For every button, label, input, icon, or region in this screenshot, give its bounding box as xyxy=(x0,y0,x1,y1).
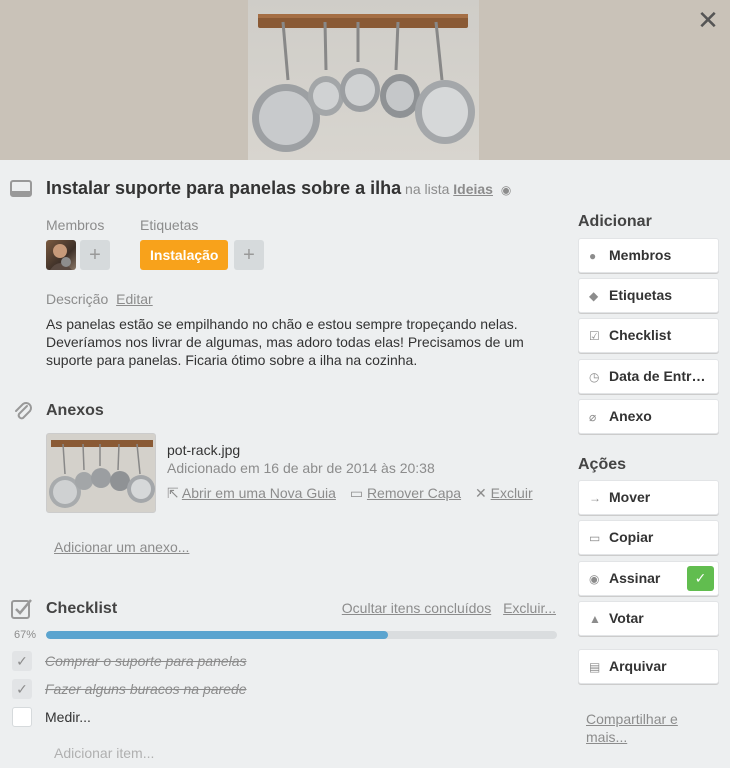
card-icon: ▭ xyxy=(589,531,601,545)
watch-eye-icon: ◉ xyxy=(500,183,512,197)
attachment-date: Adicionado em 16 de abr de 2014 às 20:38 xyxy=(167,460,435,476)
in-list-prefix: na lista xyxy=(405,181,450,197)
add-heading: Adicionar xyxy=(578,213,652,230)
attachment-filename: pot-rack.jpg xyxy=(167,442,241,458)
labels-button[interactable]: ◆ Etiquetas xyxy=(578,278,719,313)
add-checklist-item[interactable]: Adicionar item... xyxy=(54,745,154,761)
cover-image xyxy=(248,0,479,160)
in-list-text: na lista Ideias xyxy=(405,181,497,197)
checklist-item-text[interactable]: Comprar o suporte para panelas xyxy=(45,653,247,669)
list-link[interactable]: Ideias xyxy=(453,181,493,197)
subscribe-button-label: Assinar xyxy=(609,570,661,586)
checkbox-checked[interactable]: ✓ xyxy=(12,651,32,671)
copy-button[interactable]: ▭ Copiar xyxy=(578,520,719,555)
checklist-item[interactable]: ✓ Fazer alguns buracos na parede xyxy=(12,679,552,701)
attachment-thumbnail[interactable] xyxy=(46,433,156,513)
attachments-heading: Anexos xyxy=(46,402,104,419)
vote-button-label: Votar xyxy=(609,610,644,626)
description-heading-label: Descrição xyxy=(46,291,109,307)
card-title-row: Instalar suporte para panelas sobre a il… xyxy=(46,178,560,199)
checklist-button-label: Checklist xyxy=(609,327,672,343)
card-icon xyxy=(10,180,32,197)
checklist-item-text[interactable]: Medir... xyxy=(45,709,91,725)
avatar-image xyxy=(50,244,72,270)
checkbox-checked[interactable]: ✓ xyxy=(12,679,32,699)
add-member-button[interactable]: + xyxy=(80,240,110,270)
description-text[interactable]: As panelas estão se empilhando no chão e… xyxy=(46,315,546,369)
paperclip-icon: ⌀ xyxy=(589,410,597,424)
card-title[interactable]: Instalar suporte para panelas sobre a il… xyxy=(46,178,401,198)
vote-button[interactable]: ▲ Votar xyxy=(578,601,719,636)
pot-rack-illustration xyxy=(252,14,475,152)
edit-description-link[interactable]: Editar xyxy=(116,291,153,307)
add-label-button[interactable]: + xyxy=(234,240,264,270)
label-instalacao[interactable]: Instalação xyxy=(140,240,229,270)
delete-checklist-link[interactable]: Excluir... xyxy=(503,600,556,616)
eye-icon: ◉ xyxy=(589,572,600,586)
clock-icon: ◷ xyxy=(589,370,600,384)
archive-icon: ▤ xyxy=(589,660,601,674)
checkbox-unchecked[interactable] xyxy=(12,707,32,727)
checklist-progress-fill xyxy=(46,631,389,639)
attachment-button[interactable]: ⌀ Anexo xyxy=(578,399,719,434)
open-new-tab-link[interactable]: Abrir em uma Nova Guia xyxy=(182,485,336,501)
members-heading: Membros xyxy=(46,217,105,233)
subscribed-check-icon: ✓ xyxy=(687,566,714,591)
checklist-item[interactable]: Medir... xyxy=(12,707,552,729)
attachment-button-label: Anexo xyxy=(609,408,652,424)
due-date-button[interactable]: ◷ Data de Entr… xyxy=(578,359,719,394)
members-button[interactable]: ● Membros xyxy=(578,238,719,273)
due-date-button-label: Data de Entr… xyxy=(609,368,706,384)
add-attachment-link[interactable]: Adicionar um anexo... xyxy=(54,539,189,555)
delete-x-icon: ✕ xyxy=(474,485,487,501)
hide-completed-link[interactable]: Ocultar itens concluídos xyxy=(342,600,491,616)
move-button-label: Mover xyxy=(609,489,651,505)
archive-button[interactable]: ▤ Arquivar xyxy=(578,649,719,684)
move-button[interactable]: → Mover xyxy=(578,480,719,515)
checkbox-icon: ☑ xyxy=(589,329,600,343)
checklist-percent: 67% xyxy=(14,629,37,641)
delete-attachment-link[interactable]: Excluir xyxy=(491,485,533,501)
actions-heading: Ações xyxy=(578,456,627,473)
thumbnail-image xyxy=(49,440,155,508)
description-heading: Descrição Editar xyxy=(46,291,153,307)
checklist-heading: Checklist xyxy=(46,600,118,617)
paperclip-icon xyxy=(15,402,32,420)
subscribe-button[interactable]: ◉ Assinar ✓ xyxy=(578,561,719,596)
share-and-more-link[interactable]: Compartilhar e mais... xyxy=(586,710,696,746)
labels-button-label: Etiquetas xyxy=(609,287,673,303)
checklist-icon xyxy=(11,599,32,619)
thumbs-up-icon: ▲ xyxy=(589,612,601,626)
person-icon: ● xyxy=(589,249,597,263)
checklist-progress-bar xyxy=(46,631,557,639)
arrow-right-icon: → xyxy=(589,491,601,505)
member-avatar[interactable] xyxy=(46,240,76,270)
copy-button-label: Copiar xyxy=(609,529,654,545)
checklist-button[interactable]: ☑ Checklist xyxy=(578,318,719,353)
checklist-item-text[interactable]: Fazer alguns buracos na parede xyxy=(45,681,247,697)
remove-cover-link[interactable]: Remover Capa xyxy=(367,485,461,501)
members-button-label: Membros xyxy=(609,247,672,263)
archive-button-label: Arquivar xyxy=(609,658,667,674)
attachment-actions: ⇱ Abrir em uma Nova Guia ▭ Remover Capa … xyxy=(167,485,543,502)
tag-icon: ◆ xyxy=(589,289,599,303)
external-link-icon: ⇱ xyxy=(167,485,179,501)
cover-icon: ▭ xyxy=(349,485,364,501)
close-icon[interactable]: ✕ xyxy=(694,6,722,34)
checklist-links: Ocultar itens concluídos Excluir... xyxy=(334,600,556,616)
labels-heading: Etiquetas xyxy=(140,217,199,233)
card-cover: ✕ xyxy=(0,0,730,160)
checklist-item[interactable]: ✓ Comprar o suporte para panelas xyxy=(12,651,552,673)
